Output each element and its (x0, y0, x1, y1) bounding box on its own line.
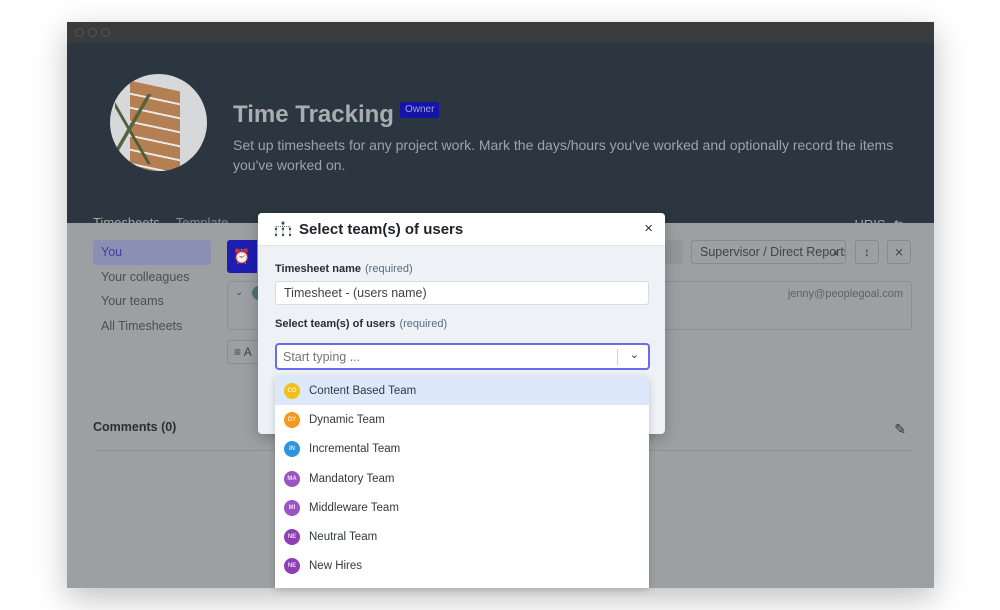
sidebar: You Your colleagues Your teams All Times… (93, 240, 211, 338)
team-option[interactable]: CO Content Based Team (275, 376, 649, 406)
sort-arrows-icon: ▲ (831, 247, 840, 257)
expand-icon: ↕ (864, 245, 870, 259)
team-select-label: Select team(s) of users (required) (275, 318, 448, 330)
relationship-select[interactable]: Supervisor / Direct Reports ▲ (691, 240, 846, 264)
team-option[interactable]: MI Middleware Team (275, 493, 649, 522)
combo-separator (617, 349, 618, 365)
timesheet-name-label: Timesheet name (required) (275, 263, 413, 275)
team-search-input[interactable] (283, 348, 603, 366)
team-initials-badge: DY (284, 411, 300, 428)
page-title: Time Tracking (233, 101, 394, 128)
team-initials-badge: NE (284, 558, 300, 575)
team-initials-badge: CO (284, 382, 300, 399)
sidebar-item-you[interactable]: You (93, 240, 211, 265)
collapse-icon: ⨯ (893, 245, 905, 259)
window-minimize-button[interactable] (88, 28, 97, 37)
close-icon[interactable]: × (644, 220, 653, 237)
team-options-list: CO Content Based Team DY Dynamic Team IN In… (275, 376, 649, 588)
collapse-all-button[interactable]: ⨯ (887, 240, 911, 264)
window-titlebar (67, 22, 934, 43)
sidebar-item-all-timesheets[interactable]: All Timesheets (93, 314, 211, 339)
chevron-down-icon[interactable]: ⌄ (630, 348, 639, 361)
hierarchy-icon (274, 221, 292, 237)
team-initials-badge: MI (284, 499, 300, 516)
team-option[interactable]: NE New Hires (275, 552, 649, 581)
team-initials-badge: MA (284, 470, 300, 487)
add-timesheet-button[interactable]: ≡ A (227, 340, 261, 364)
team-option[interactable]: DY Dynamic Team (275, 405, 649, 434)
team-initials-badge: NE (284, 529, 300, 546)
team-select-combobox[interactable]: ⌄ (275, 343, 650, 370)
alarm-clock-icon: ⏰ (233, 248, 251, 264)
team-initials-badge: IN (284, 441, 300, 458)
team-option[interactable]: NE Neutral Team (275, 522, 649, 551)
modal-title: Select team(s) of users (299, 221, 464, 238)
modal-header: Select team(s) of users × (258, 213, 665, 246)
app-header: Time Tracking Owner Set up timesheets fo… (67, 43, 934, 247)
window-maximize-button[interactable] (101, 28, 110, 37)
expand-all-button[interactable]: ↕ (855, 240, 879, 264)
role-badge: Owner (400, 102, 440, 118)
app-avatar-image (110, 74, 207, 171)
window-close-button[interactable] (75, 28, 84, 37)
team-option[interactable]: MA Mandatory Team (275, 464, 649, 493)
timesheet-name-input[interactable]: Timesheet - (users name) (275, 281, 649, 305)
sidebar-item-teams[interactable]: Your teams (93, 289, 211, 314)
track-time-button[interactable]: ⏰ (227, 240, 257, 273)
edit-comment-icon[interactable]: ✎ (894, 421, 906, 438)
comments-heading: Comments (0) (93, 420, 177, 434)
page-description: Set up timesheets for any project work. … (233, 137, 894, 173)
team-option[interactable]: IN Incremental Team (275, 435, 649, 464)
chevron-down-icon[interactable]: ⌄ (235, 287, 243, 298)
sidebar-item-colleagues[interactable]: Your colleagues (93, 265, 211, 290)
add-list-icon: ≡ (234, 345, 242, 359)
user-email: jenny@peoplegoal.com (787, 288, 903, 300)
